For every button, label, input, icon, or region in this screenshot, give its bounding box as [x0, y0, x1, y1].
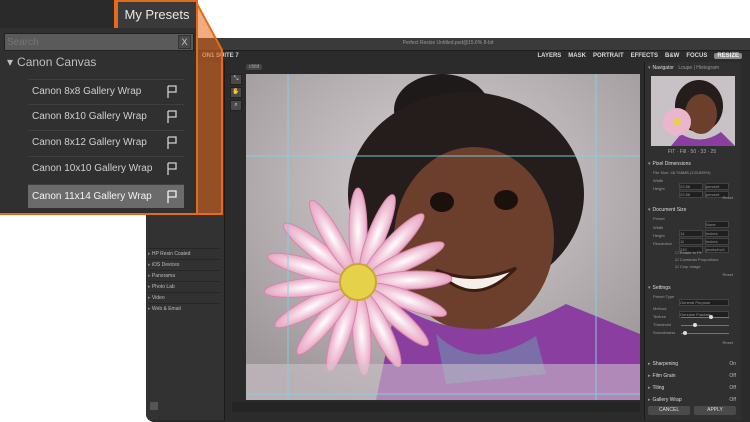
my-presets-callout: My Presets X ▾Canon Canvas Canon 8x8 Gal…: [0, 0, 198, 215]
flag-icon[interactable]: [166, 136, 178, 150]
preset-group-label: Canon Canvas: [17, 55, 97, 69]
flag-icon[interactable]: [166, 162, 178, 176]
search-input[interactable]: [7, 34, 175, 50]
preset-search-box: X: [4, 33, 194, 51]
flag-icon[interactable]: [166, 110, 178, 124]
tab-my-presets[interactable]: My Presets: [118, 2, 196, 28]
preset-group-header[interactable]: ▾ Canon Canvas: [7, 55, 96, 69]
preset-item-selected[interactable]: Canon 11x14 Gallery Wrap: [28, 184, 184, 208]
presets-header-bar: [0, 0, 114, 28]
clear-search-button[interactable]: X: [178, 35, 191, 49]
flag-icon[interactable]: [166, 190, 178, 204]
flag-icon[interactable]: [166, 85, 178, 99]
preset-item[interactable]: Canon 8x8 Gallery Wrap: [28, 79, 184, 103]
preset-item[interactable]: Canon 10x10 Gallery Wrap: [28, 156, 184, 180]
preset-item[interactable]: Canon 8x10 Gallery Wrap: [28, 104, 184, 128]
preset-item[interactable]: Canon 8x12 Gallery Wrap: [28, 130, 184, 154]
expand-triangle-icon: ▾: [7, 55, 14, 69]
